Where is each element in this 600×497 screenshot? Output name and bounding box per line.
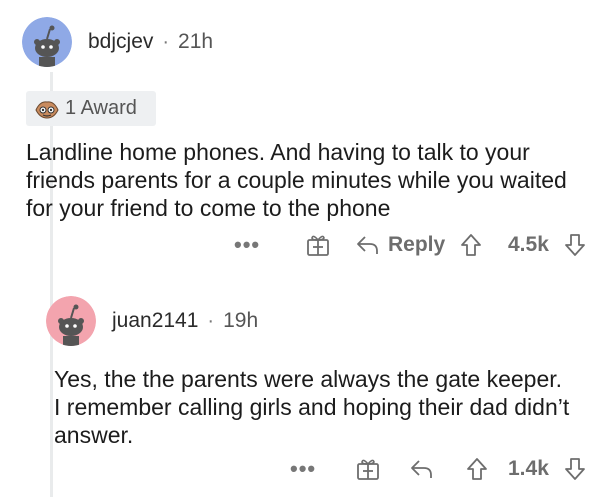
award-badge[interactable]: 1 Award [26,91,156,126]
avatar[interactable] [46,296,96,346]
comment-meta: bdjcjev · 21h [88,30,213,54]
upvote-arrow-icon [467,458,487,480]
vote-score: 4.5k [508,233,549,256]
reply-button[interactable]: Reply [356,230,445,260]
downvote-arrow-icon [565,458,585,480]
comment-actions: ••• 1.4k [0,454,600,484]
upvote-button[interactable] [460,230,482,260]
gift-icon [357,459,379,480]
comment-actions: ••• Reply 4.5k [0,230,600,260]
downvote-button[interactable] [564,230,586,260]
avatar[interactable] [22,17,72,67]
award-label: 1 Award [65,97,137,119]
comment-meta: juan2141 · 19h [112,309,258,333]
comment-body: Landline home phones. And having to talk… [26,139,567,221]
reply-icon [357,236,378,254]
downvote-arrow-icon [565,234,585,256]
vote-score: 1.4k [508,457,549,480]
upvote-button[interactable] [466,454,488,484]
reply-label: Reply [388,233,446,256]
thread-line[interactable] [50,72,53,497]
gift-icon [307,235,329,256]
snoo-avatar-icon [22,17,72,67]
more-options-button[interactable]: ••• [290,454,316,484]
username[interactable]: juan2141 [112,309,198,333]
gift-award-button[interactable] [306,230,330,260]
timestamp[interactable]: 21h [178,30,213,54]
username[interactable]: bdjcjev [88,30,153,54]
comment-body: Yes, the the parents were always the gat… [54,366,570,448]
timestamp[interactable]: 19h [223,309,258,333]
more-options-button[interactable]: ••• [234,230,260,260]
reply-icon [411,460,432,478]
meta-separator: · [207,309,215,332]
award-icon [35,100,59,119]
gift-award-button[interactable] [356,454,380,484]
snoo-avatar-icon [46,296,96,346]
meta-separator: · [162,30,170,53]
upvote-arrow-icon [461,234,481,256]
downvote-button[interactable] [564,454,586,484]
reply-button[interactable] [410,454,434,484]
